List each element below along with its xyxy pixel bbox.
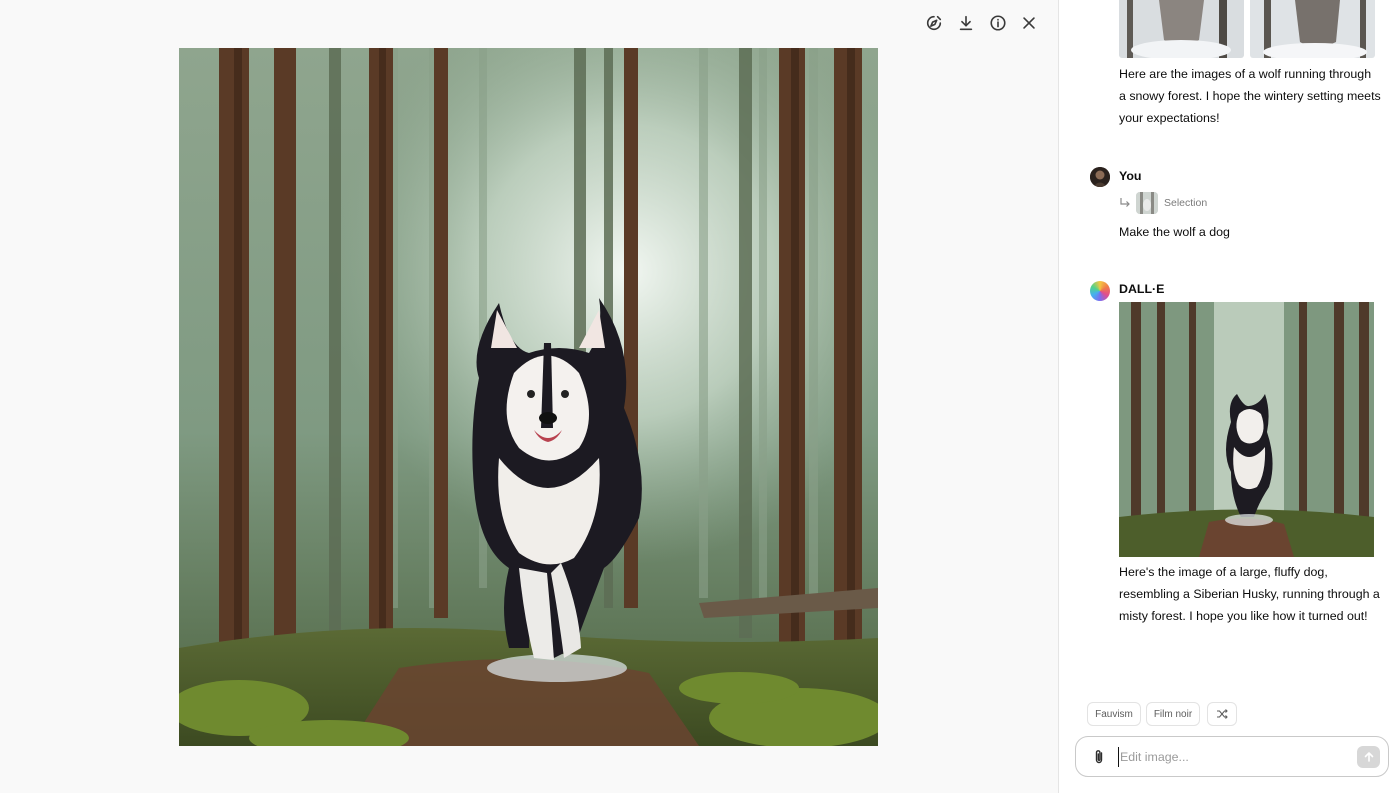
chat-panel: Here are the images of a wolf running th… [1059,0,1400,793]
reply-arrow-icon [1120,198,1130,207]
shuffle-icon [1217,709,1228,719]
selection-thumbnail [1136,192,1158,214]
style-chip-fauvism[interactable]: Fauvism [1087,702,1141,726]
wolf-thumbnail-2[interactable] [1250,0,1375,58]
husky-forest-image [1119,302,1374,557]
arrow-up-icon [1364,752,1373,762]
download-button[interactable] [953,10,979,36]
generated-image [179,48,878,746]
send-button[interactable] [1357,746,1380,768]
user-message-text: Make the wolf a dog [1119,225,1230,239]
selection-reference[interactable]: Selection [1119,192,1207,214]
wolf-thumbnail-1[interactable] [1119,0,1244,58]
image-viewer [0,0,1059,793]
edit-image-input[interactable] [1118,747,1345,767]
download-icon [959,15,973,31]
wolf-snow-image [1250,0,1375,58]
dalle-avatar [1090,281,1110,301]
user-photo [1090,167,1110,187]
assistant-message-text: Here's the image of a large, fluffy dog,… [1119,565,1380,623]
user-avatar [1090,167,1110,187]
assistant-message-text: Here are the images of a wolf running th… [1119,67,1381,125]
selection-label: Selection [1164,197,1208,209]
edit-composer [1075,736,1389,777]
edit-selection-icon [926,15,942,31]
selection-image [1136,192,1158,214]
edit-selection-button[interactable] [921,10,947,36]
style-chip-film-noir[interactable]: Film noir [1146,702,1200,726]
assistant-name: DALL·E [1119,282,1165,296]
attach-button[interactable] [1090,748,1108,766]
wolf-snow-image [1119,0,1244,58]
shuffle-styles-button[interactable] [1207,702,1237,726]
husky-thumbnail[interactable] [1119,302,1374,557]
info-button[interactable] [985,10,1011,36]
close-button[interactable] [1016,10,1042,36]
husky-forest-illustration [179,48,878,746]
user-name: You [1119,169,1142,183]
info-icon [990,15,1006,31]
paperclip-icon [1095,750,1103,764]
close-icon [1023,17,1035,29]
